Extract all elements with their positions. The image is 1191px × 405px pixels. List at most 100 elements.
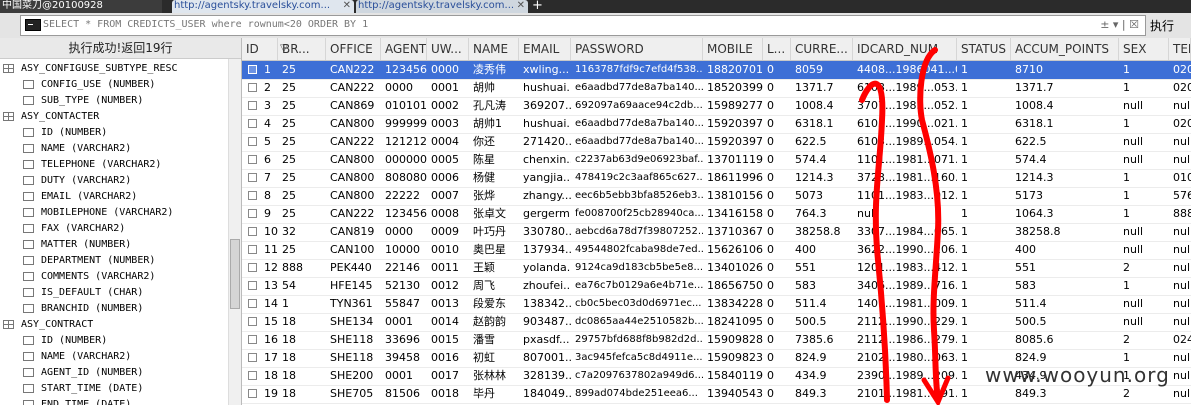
column-header[interactable]: NAME: [469, 38, 519, 60]
column-header[interactable]: MOBILE: [703, 38, 763, 60]
table-cell: 7385.6: [795, 333, 834, 346]
table-cell: 583: [1015, 279, 1036, 292]
table-cell: 6103...1990...021...: [857, 117, 957, 130]
table-cell: CAN222: [330, 135, 375, 148]
table-cell: 18: [264, 369, 278, 382]
table-row[interactable]: 10 32 CAN819 0000 0009 叶巧丹 330780... aebcd6a78d…: [242, 223, 1191, 242]
table-row[interactable]: 7 25 CAN800 808080 0006 杨健 yangjia... 478419c2c…: [242, 169, 1191, 188]
table-cell: 14: [264, 297, 278, 310]
table-cell: 1: [961, 171, 968, 184]
table-cell: 0: [767, 225, 774, 238]
table-row[interactable]: 4 25 CAN800 999999 0003 胡帅1 hushuai... e6aadbd7…: [242, 115, 1191, 134]
row-checkbox[interactable]: [248, 353, 257, 362]
table-cell: 0000000: [385, 153, 427, 166]
table-row[interactable]: 14 1 TYN361 55847 0013 段爱东 138342... cb0c5bec03…: [242, 295, 1191, 314]
tree-node-label: NAME (VARCHAR2): [41, 351, 132, 362]
column-header[interactable]: BR...: [278, 38, 326, 60]
row-checkbox[interactable]: [248, 335, 257, 344]
table-row[interactable]: 12888PEK440221460011王颖yolanda...9124ca9d…: [242, 259, 1191, 278]
tab-caidao[interactable]: 中国菜刀@20100928: [0, 0, 162, 13]
row-checkbox[interactable]: [248, 227, 257, 236]
sql-dropdown-controls[interactable]: ± ▾ | ☒: [1100, 18, 1139, 31]
table-cell: 胡帅: [473, 81, 495, 94]
column-header[interactable]: TEL: [1169, 38, 1191, 60]
table-row[interactable]: 3 25 CAN869 010101 0002 孔凡涛 369207... 692097a69…: [242, 97, 1191, 116]
row-checkbox[interactable]: [248, 371, 257, 380]
table-cell: hushuai...: [523, 117, 571, 130]
table-cell: PEK440: [330, 261, 372, 274]
new-tab-icon[interactable]: +: [532, 0, 543, 13]
column-header-label: BR...: [282, 42, 310, 56]
row-checkbox[interactable]: [248, 137, 257, 146]
row-checkbox[interactable]: [248, 263, 257, 272]
column-header[interactable]: AGENT: [381, 38, 427, 60]
table-cell: 1: [282, 297, 289, 310]
row-checkbox[interactable]: [248, 389, 257, 398]
column-header[interactable]: SEX: [1119, 38, 1169, 60]
table-row[interactable]: 16 18 SHE118 33696 0015 潘雪 pxasdf... 29757bfd68…: [242, 331, 1191, 350]
table-row[interactable]: 15 18 SHE134 0001 0014 赵韵韵 903487... dc0865aa44…: [242, 313, 1191, 332]
table-cell: 2: [264, 81, 271, 94]
column-header[interactable]: EMAIL: [519, 38, 571, 60]
table-row[interactable]: 1 25 CAN222 123456 0000 凌秀伟 xwling... 1163787fd…: [242, 61, 1191, 80]
close-icon[interactable]: ✕: [343, 0, 351, 12]
table-cell: 3723...1981...160...: [857, 171, 957, 184]
table-row[interactable]: 5 25 CAN222 1212121 0004 你还 271420... e6aadbd77…: [242, 133, 1191, 152]
row-checkbox[interactable]: [248, 119, 257, 128]
table-cell: 1: [961, 99, 968, 112]
sql-input[interactable]: SELECT * FROM CREDICTS_USER where rownum…: [20, 15, 1146, 36]
column-header[interactable]: L...: [763, 38, 791, 60]
table-row[interactable]: 8 25 CAN800 22222 0007 张烨 zhangy... eec6b5ebb3b…: [242, 187, 1191, 206]
table-cell: null: [1123, 243, 1144, 256]
column-icon: [23, 224, 34, 233]
column-header[interactable]: UW...: [427, 38, 469, 60]
row-checkbox[interactable]: [248, 191, 257, 200]
column-header[interactable]: ID ▽: [242, 38, 288, 60]
column-header[interactable]: IDCARD_NUM: [853, 38, 957, 60]
tree-node-label: MOBILEPHONE (VARCHAR2): [41, 207, 174, 218]
table-cell: 400: [1015, 243, 1036, 256]
table-cell: CAN222: [330, 81, 375, 94]
table-cell: null: [1123, 135, 1144, 148]
column-header[interactable]: ACCUM_POINTS: [1011, 38, 1119, 60]
table-row[interactable]: 19 18 SHE705 81506 0018 毕丹 184049... 899ad074bd…: [242, 385, 1191, 404]
table-row[interactable]: 9 25 CAN222 1234567 0008 张卓文 gergerm... fe00870…: [242, 205, 1191, 224]
row-checkbox[interactable]: [248, 101, 257, 110]
tab-agentsky-1[interactable]: http://agentsky.travelsky.com... ✕: [172, 0, 354, 13]
row-checkbox[interactable]: [248, 245, 257, 254]
execute-button[interactable]: 执行: [1150, 17, 1174, 34]
table-row[interactable]: 13 54 HFE145 52130 0012 周飞 zhoufei... ea76c7b01…: [242, 277, 1191, 296]
column-icon: [23, 208, 34, 217]
scroll-thumb[interactable]: [230, 239, 240, 309]
table-cell: 1: [961, 225, 968, 238]
table-cell: 0004: [431, 135, 459, 148]
row-checkbox[interactable]: [248, 281, 257, 290]
tree-scrollbar[interactable]: [228, 59, 241, 405]
table-cell: 0: [767, 207, 774, 220]
table-cell: 0010: [431, 243, 459, 256]
row-checkbox[interactable]: [248, 209, 257, 218]
table-row[interactable]: 2 25 CAN222 0000 0001 胡帅 hushuai... e6aadbd77de…: [242, 79, 1191, 98]
table-cell: 25: [282, 63, 296, 76]
row-checkbox[interactable]: [248, 317, 257, 326]
column-header[interactable]: OFFICE: [326, 38, 381, 60]
column-header[interactable]: STATUS: [957, 38, 1011, 60]
table-cell: 1: [961, 243, 968, 256]
row-checkbox[interactable]: [248, 155, 257, 164]
column-icon: [23, 352, 34, 361]
table-cell: 13416158...: [707, 207, 763, 220]
row-checkbox[interactable]: [248, 65, 257, 74]
tab-agentsky-2[interactable]: http://agentsky.travelsky.com... ✕: [356, 0, 528, 13]
row-checkbox[interactable]: [248, 173, 257, 182]
row-checkbox[interactable]: [248, 83, 257, 92]
row-checkbox[interactable]: [248, 299, 257, 308]
table-cell: null: [857, 207, 878, 220]
column-header[interactable]: PASSWORD: [571, 38, 703, 60]
table-row[interactable]: 6 25 CAN800 0000000 0005 陈星 chenxin... c2237ab6…: [242, 151, 1191, 170]
table-row[interactable]: 11 25 CAN100 10000 0010 奥巴星 137934... 49544802f…: [242, 241, 1191, 260]
table-cell: e6aadbd77de8a7ba140...: [575, 136, 703, 147]
table-cell: SHE134: [330, 315, 374, 328]
table-cell: CAN800: [330, 189, 375, 202]
column-header[interactable]: CURRE...: [791, 38, 853, 60]
close-icon[interactable]: ✕: [517, 0, 525, 12]
